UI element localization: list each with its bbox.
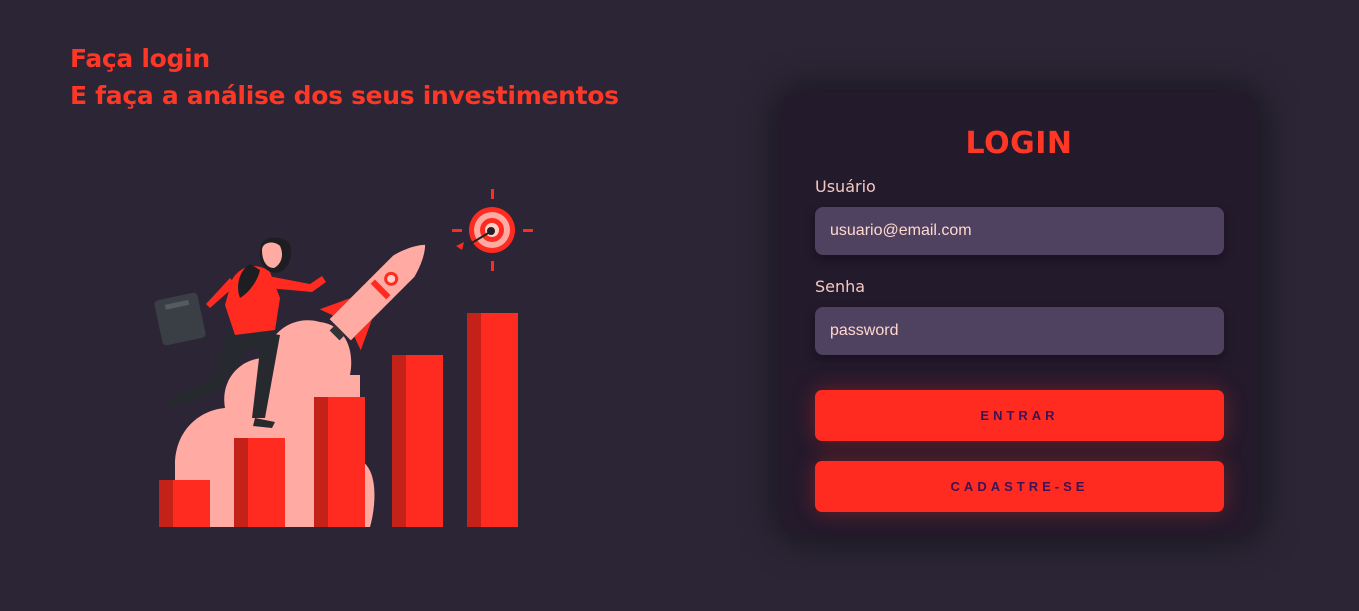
signup-button[interactable]: CADASTRE-SE (815, 461, 1224, 512)
login-page: Faça login E faça a análise dos seus inv… (0, 0, 1359, 611)
username-input[interactable] (815, 207, 1224, 255)
target-icon (452, 189, 533, 271)
headline-title: Faça login (70, 44, 210, 73)
username-label: Usuário (815, 177, 876, 196)
rocket-growth-illustration (154, 189, 533, 527)
login-card: LOGIN Usuário Senha ENTRAR CADASTRE-SE (780, 92, 1258, 537)
password-label: Senha (815, 277, 866, 296)
headline: Faça login E faça a análise dos seus inv… (70, 40, 619, 114)
headline-subtitle: E faça a análise dos seus investimentos (70, 81, 619, 110)
login-title: LOGIN (965, 126, 1073, 161)
password-input[interactable] (815, 307, 1224, 355)
enter-button[interactable]: ENTRAR (815, 390, 1224, 441)
